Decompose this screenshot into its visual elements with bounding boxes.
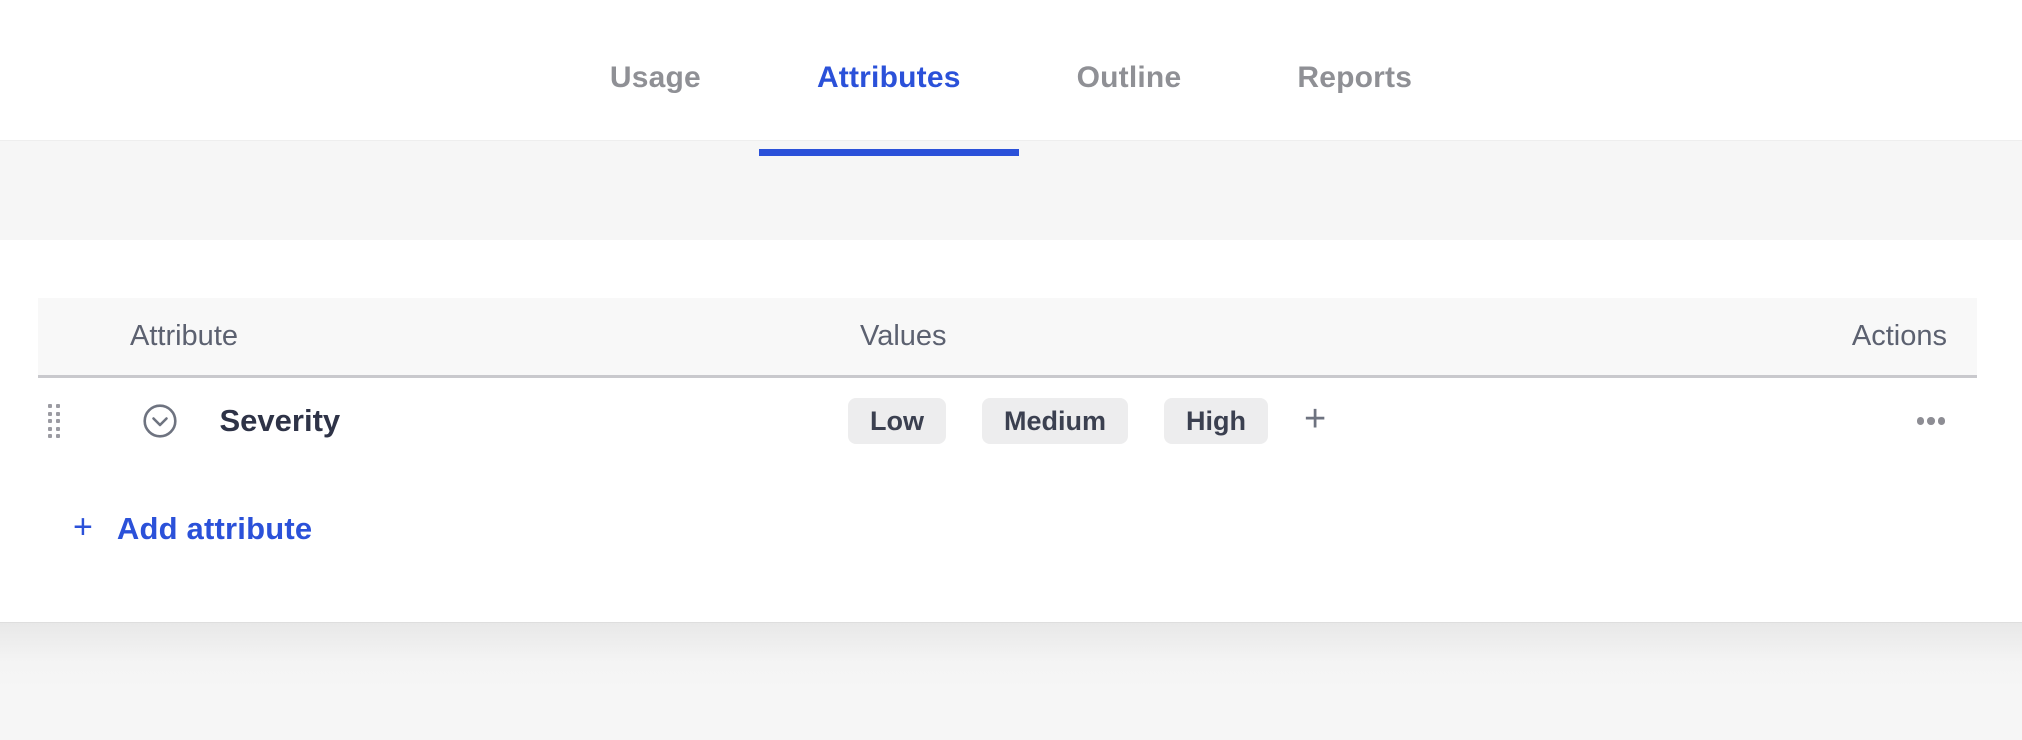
value-chip[interactable]: Low (848, 398, 946, 444)
add-attribute-label: Add attribute (116, 511, 313, 546)
add-attribute-button[interactable]: + Add attribute (38, 494, 312, 564)
plus-icon: + (73, 508, 93, 546)
attributes-panel: Attribute Values Actions Severity Low Me… (0, 240, 2022, 622)
column-header-values: Values (860, 320, 947, 352)
footer-band (0, 622, 2022, 740)
tab-reports[interactable]: Reports (1239, 16, 1470, 140)
attribute-cell: Severity (38, 403, 848, 439)
tab-group: Usage Attributes Outline Reports (552, 0, 1470, 156)
attribute-name: Severity (219, 403, 341, 438)
tab-reports-label: Reports (1297, 61, 1413, 94)
chevron-down-circle-icon[interactable] (142, 403, 178, 439)
column-header-actions: Actions (1851, 320, 1947, 352)
table-header-row: Attribute Values Actions (38, 298, 1977, 378)
drag-handle-icon[interactable] (48, 404, 60, 438)
value-chip[interactable]: High (1164, 398, 1269, 444)
add-value-button[interactable]: + (1304, 400, 1326, 442)
values-cell: Low Medium High + (848, 398, 1915, 444)
tab-bar: Usage Attributes Outline Reports (0, 0, 2022, 156)
column-header-attribute: Attribute (130, 320, 238, 352)
tab-attributes[interactable]: Attributes (758, 16, 1019, 156)
tab-usage[interactable]: Usage (552, 16, 759, 140)
tab-usage-label: Usage (609, 61, 701, 94)
tab-outline-label: Outline (1076, 61, 1182, 94)
table-row: Severity Low Medium High + (38, 378, 1977, 464)
tab-outline[interactable]: Outline (1019, 16, 1240, 140)
tab-attributes-label: Attributes (816, 61, 961, 94)
more-actions-icon[interactable] (1915, 411, 1948, 431)
value-chip[interactable]: Medium (982, 398, 1129, 444)
attributes-table: Attribute Values Actions Severity Low Me… (38, 298, 1977, 564)
actions-cell (1915, 411, 1978, 431)
